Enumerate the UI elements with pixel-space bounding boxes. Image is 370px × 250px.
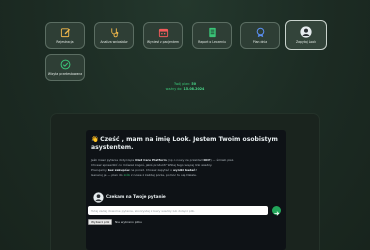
assistant-heading: 👋 Cześć , mam na imię Look. Jestem Twoim… (91, 136, 278, 151)
check-circle-icon (60, 59, 70, 70)
tile-label: Plan dnia (252, 40, 268, 44)
intro-paragraph-2: Chcesz sprawdzić co mówisz kogoś, jakiś … (91, 163, 213, 167)
tile-ask-look[interactable]: Zapytaj Look (285, 20, 327, 50)
intro-paragraph-3: Pracujemy bez zakupów na porad. Chcesz z… (91, 168, 198, 172)
file-status: Nie wybrano pliku (115, 220, 142, 224)
tile-analysis[interactable]: Analiza wniosków (94, 22, 134, 49)
question-input[interactable] (88, 206, 268, 215)
tile-label: Wyniesł z pacjentem (146, 40, 180, 44)
intro-paragraph-4: Generuj je — plan do zrób z nowe z każde… (91, 173, 197, 177)
plan-info: Twój plan: 50 ważny do: 15.08.2024 (0, 82, 370, 92)
tile-meeting[interactable]: Wyniesł z pacjentem (143, 22, 183, 49)
prompt-title: Czekam na Twoje pytanie (106, 194, 166, 199)
choose-file-button[interactable]: Wybierz plik (88, 219, 113, 225)
assistant-card: 👋 Cześć , mam na imię Look. Jestem Twoim… (86, 130, 286, 250)
valid-until-line: ważny do: 15.08.2024 (165, 87, 205, 91)
user-avatar-icon (300, 26, 312, 38)
tile-label: Raport o Leczeniu (198, 40, 226, 44)
tile-label: Rejestracja (56, 40, 74, 44)
tile-label: Analiza wniosków (100, 40, 128, 44)
tile-treatment-report[interactable]: Raport o Leczeniu (192, 22, 232, 49)
intro-paragraph-1: Jeśli masz pytanie dotyczące Diet Care P… (91, 158, 235, 162)
stethoscope-icon (110, 28, 118, 38)
tile-registration[interactable]: Rejestracja (45, 22, 85, 49)
document-icon (208, 27, 216, 38)
valid-until-value: 15.08.2024 (183, 87, 205, 91)
plan-value: 50 (191, 82, 197, 86)
waving-hand-icon: 👋 (91, 136, 99, 143)
tile-tested-visit[interactable]: Wizyta przetestowana (45, 54, 85, 81)
send-icon (274, 211, 280, 216)
badge-icon (256, 27, 264, 38)
edit-icon (60, 28, 70, 38)
assistant-avatar-icon (93, 192, 104, 203)
calendar-icon (158, 28, 168, 38)
tile-label: Zapytaj Look (295, 40, 316, 44)
tile-label: Wizyta przetestowana (47, 72, 83, 76)
send-button[interactable] (272, 206, 281, 216)
tile-day-plan[interactable]: Plan dnia (240, 22, 280, 49)
